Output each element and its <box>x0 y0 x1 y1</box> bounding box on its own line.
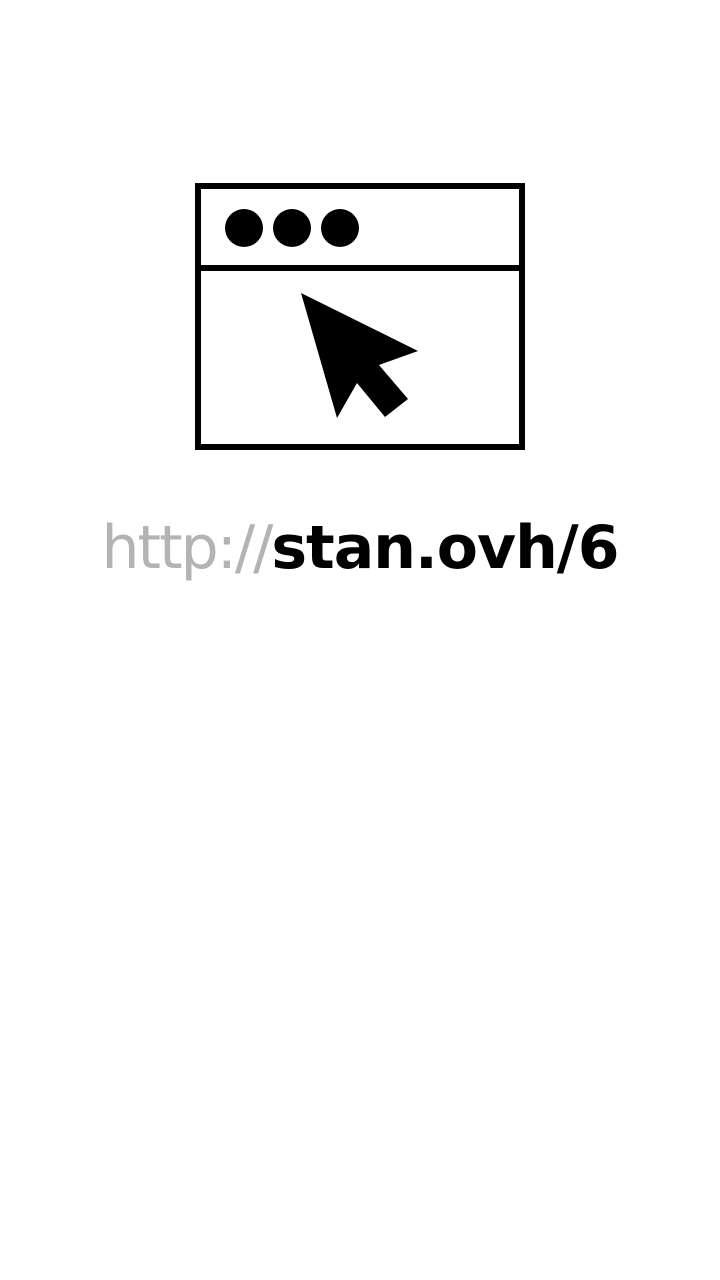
url-link[interactable]: http://stan.ovh/6 <box>0 508 720 588</box>
mouse-pointer-icon <box>301 293 418 418</box>
url-host: stan.ovh/6 <box>271 513 619 583</box>
splash-screen: http://stan.ovh/6 <box>0 0 720 1280</box>
browser-window-icon <box>195 183 525 450</box>
window-dot-icon <box>273 209 311 247</box>
window-dot-icon <box>321 209 359 247</box>
window-dot-icon <box>225 209 263 247</box>
url-scheme: http:// <box>101 513 274 583</box>
